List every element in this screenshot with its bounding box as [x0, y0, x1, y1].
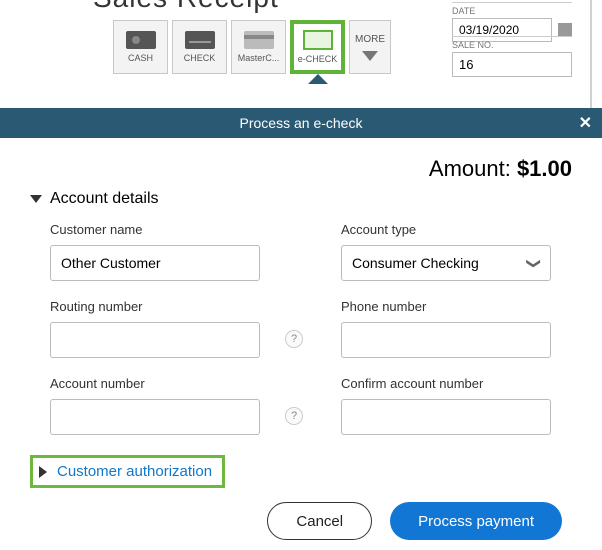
chevron-down-icon: [30, 195, 42, 203]
echeck-icon: [303, 30, 333, 50]
sale-no-input[interactable]: [452, 52, 572, 77]
page-title: Sales Receipt: [93, 0, 279, 14]
payment-method-group: CASH CHECK MasterC... e-CHECK MORE: [113, 20, 391, 74]
chevron-down-icon: [362, 51, 378, 61]
confirm-label: Confirm account number: [341, 376, 572, 391]
account-num-input[interactable]: [50, 399, 260, 435]
modal-body: Amount: $1.00 Account details Customer n…: [0, 138, 602, 550]
calendar-icon[interactable]: [558, 23, 572, 37]
account-details-label: Account details: [50, 190, 159, 208]
cash-icon: [126, 31, 156, 49]
customer-name-input[interactable]: [50, 245, 260, 281]
amount-row: Amount: $1.00: [30, 156, 572, 182]
help-icon[interactable]: ?: [285, 407, 303, 425]
cancel-button[interactable]: Cancel: [267, 502, 372, 540]
pay-echeck-button[interactable]: e-CHECK: [290, 20, 345, 74]
customer-name-label: Customer name: [50, 222, 281, 237]
pay-check-label: CHECK: [184, 53, 216, 63]
phone-label: Phone number: [341, 299, 572, 314]
pay-echeck-label: e-CHECK: [298, 54, 338, 64]
account-form: Customer name Account type Consumer Chec…: [50, 222, 572, 435]
chevron-down-icon: ❯: [526, 257, 543, 269]
more-button[interactable]: MORE: [349, 20, 391, 74]
account-type-label: Account type: [341, 222, 572, 237]
pay-mc-label: MasterC...: [238, 53, 280, 63]
close-icon[interactable]: ✕: [579, 113, 592, 133]
card-icon: [244, 31, 274, 49]
chevron-right-icon: [39, 466, 47, 478]
sale-no-area: SALE NO.: [452, 36, 572, 77]
button-row: Cancel Process payment: [30, 502, 572, 540]
modal-title: Process an e-check: [240, 115, 363, 131]
modal-header: Process an e-check ✕: [0, 108, 602, 138]
sale-no-label: SALE NO.: [452, 36, 572, 50]
date-label: DATE: [452, 2, 572, 16]
receipt-header: Sales Receipt CASH CHECK MasterC... e-CH…: [18, 0, 592, 108]
amount-label: Amount:: [429, 156, 517, 181]
customer-authorization-label: Customer authorization: [57, 463, 212, 480]
process-payment-button[interactable]: Process payment: [390, 502, 562, 540]
pay-cash-button[interactable]: CASH: [113, 20, 168, 74]
check-icon: [185, 31, 215, 49]
cancel-label: Cancel: [296, 513, 343, 530]
account-details-toggle[interactable]: Account details: [30, 190, 572, 208]
amount-value: $1.00: [517, 156, 572, 181]
pay-check-button[interactable]: CHECK: [172, 20, 227, 74]
pay-mastercard-button[interactable]: MasterC...: [231, 20, 286, 74]
help-icon[interactable]: ?: [285, 330, 303, 348]
account-num-label: Account number: [50, 376, 281, 391]
account-type-value: Consumer Checking: [352, 255, 479, 271]
account-type-select[interactable]: Consumer Checking ❯: [341, 245, 551, 281]
routing-label: Routing number: [50, 299, 281, 314]
pay-cash-label: CASH: [128, 53, 153, 63]
routing-input[interactable]: [50, 322, 260, 358]
customer-authorization-toggle[interactable]: Customer authorization: [30, 455, 225, 488]
confirm-input[interactable]: [341, 399, 551, 435]
more-label: MORE: [355, 34, 385, 45]
process-label: Process payment: [418, 513, 534, 530]
phone-input[interactable]: [341, 322, 551, 358]
